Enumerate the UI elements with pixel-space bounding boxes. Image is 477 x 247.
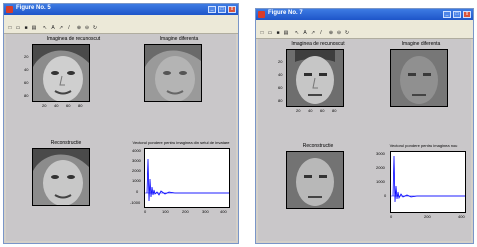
arrow-annot-icon[interactable]: ↗ (58, 25, 64, 31)
minimize-button[interactable]: _ (443, 11, 451, 18)
ytick: 20 (24, 54, 29, 59)
plot-xtick: 100 (162, 209, 169, 214)
print-icon[interactable]: ▤ (283, 30, 289, 36)
maximize-button[interactable]: □ (218, 6, 226, 13)
panel-title-diff: Imagine diferenta (401, 41, 441, 47)
save-icon[interactable]: ■ (23, 25, 29, 31)
text-icon[interactable]: A (50, 25, 56, 31)
window-title: Figure No. 5 (16, 5, 51, 11)
ytick: 60 (278, 85, 283, 90)
plot-xtick: 300 (202, 209, 209, 214)
close-button[interactable]: x (463, 11, 471, 18)
arrow-icon[interactable]: ↖ (294, 30, 300, 36)
panel-title-weights: Vectorul pondere pentru imaginea din set… (132, 140, 230, 145)
panel-title-recon: Imaginea de recunoscut (291, 41, 345, 47)
figure-canvas: Imaginea de recunoscut 20 40 60 80 20 40… (6, 34, 236, 241)
open-icon[interactable]: ▭ (267, 30, 273, 36)
face-image-recon (32, 44, 90, 102)
plot-ytick: -1000 (130, 200, 141, 205)
xtick: 20 (42, 103, 47, 108)
new-file-icon[interactable]: □ (7, 25, 13, 31)
ytick: 20 (278, 59, 283, 64)
title-bar[interactable]: Figure No. 7 _ □ x (256, 9, 473, 20)
weights-plot (390, 151, 466, 213)
xtick: 20 (296, 108, 301, 113)
zoom-in-icon[interactable]: ⊕ (328, 30, 334, 36)
plot-ytick: 4000 (132, 148, 141, 153)
plot-ytick: 0 (136, 189, 139, 194)
xtick: 80 (332, 108, 337, 113)
weights-plot (144, 148, 230, 208)
minimize-button[interactable]: _ (208, 6, 216, 13)
ytick: 40 (278, 72, 283, 77)
figure-canvas: Imaginea de recunoscut 20 40 60 80 20 40… (258, 39, 471, 241)
plot-xtick: 400 (458, 214, 465, 219)
face-image-recon (286, 49, 344, 107)
face-image-diff (390, 49, 448, 107)
line-icon[interactable]: / (318, 30, 324, 36)
zoom-out-icon[interactable]: ⊖ (84, 25, 90, 31)
panel-title-reconstruction: Reconstructie (302, 143, 334, 149)
xtick: 40 (54, 103, 59, 108)
plot-xtick: 0 (144, 209, 147, 214)
menu-bar: File Edit View Insert Tools Window Help (256, 20, 473, 34)
ytick: 80 (24, 93, 29, 98)
ytick: 60 (24, 80, 29, 85)
plot-ytick: 2000 (376, 165, 385, 170)
plot-xtick: 0 (390, 214, 393, 219)
rotate-icon[interactable]: ↻ (92, 25, 98, 31)
menu-bar: File Edit View Insert Tools Window Help (4, 15, 238, 29)
plot-ytick: 0 (384, 193, 387, 198)
maximize-button[interactable]: □ (453, 11, 461, 18)
plot-ytick: 1000 (376, 179, 385, 184)
new-file-icon[interactable]: □ (259, 30, 265, 36)
rotate-icon[interactable]: ↻ (344, 30, 350, 36)
face-image-reconstruction (286, 151, 344, 209)
panel-title-diff: Imagine diferenta (159, 36, 199, 42)
panel-title-recon: Imaginea de recunoscut (46, 36, 101, 42)
print-icon[interactable]: ▤ (31, 25, 37, 31)
panel-title-reconstruction: Reconstructie (50, 140, 82, 146)
plot-ytick: 3000 (376, 151, 385, 156)
xtick: 60 (66, 103, 71, 108)
plot-ytick: 2000 (132, 168, 141, 173)
open-icon[interactable]: ▭ (15, 25, 21, 31)
zoom-in-icon[interactable]: ⊕ (76, 25, 82, 31)
plot-ytick: 1000 (132, 178, 141, 183)
save-icon[interactable]: ■ (275, 30, 281, 36)
title-bar[interactable]: Figure No. 5 _ □ x (4, 4, 238, 15)
plot-xtick: 200 (424, 214, 431, 219)
face-image-reconstruction (32, 148, 90, 206)
ytick: 80 (278, 98, 283, 103)
ytick: 40 (24, 67, 29, 72)
plot-ytick: 3000 (132, 158, 141, 163)
line-icon[interactable]: / (66, 25, 72, 31)
xtick: 40 (308, 108, 313, 113)
figure-window-5: Figure No. 5 _ □ x File Edit View Insert… (3, 3, 239, 244)
toolbar: □ ▭ ■ ▤ ↖ A ↗ / ⊕ ⊖ ↻ (256, 28, 473, 39)
text-icon[interactable]: A (302, 30, 308, 36)
close-button[interactable]: x (228, 6, 236, 13)
plot-xtick: 400 (220, 209, 227, 214)
xtick: 80 (78, 103, 83, 108)
window-title: Figure No. 7 (268, 10, 303, 16)
plot-xtick: 200 (182, 209, 189, 214)
toolbar: □ ▭ ■ ▤ ↖ A ↗ / ⊕ ⊖ ↻ (4, 23, 238, 34)
panel-title-weights: Vectorul pondere pentru imaginea nou (389, 143, 458, 148)
matlab-figure-icon (6, 6, 13, 13)
arrow-annot-icon[interactable]: ↗ (310, 30, 316, 36)
matlab-figure-icon (258, 11, 265, 18)
arrow-icon[interactable]: ↖ (42, 25, 48, 31)
zoom-out-icon[interactable]: ⊖ (336, 30, 342, 36)
face-image-diff (144, 44, 202, 102)
xtick: 60 (320, 108, 325, 113)
figure-window-7: Figure No. 7 _ □ x File Edit View Insert… (255, 8, 474, 244)
